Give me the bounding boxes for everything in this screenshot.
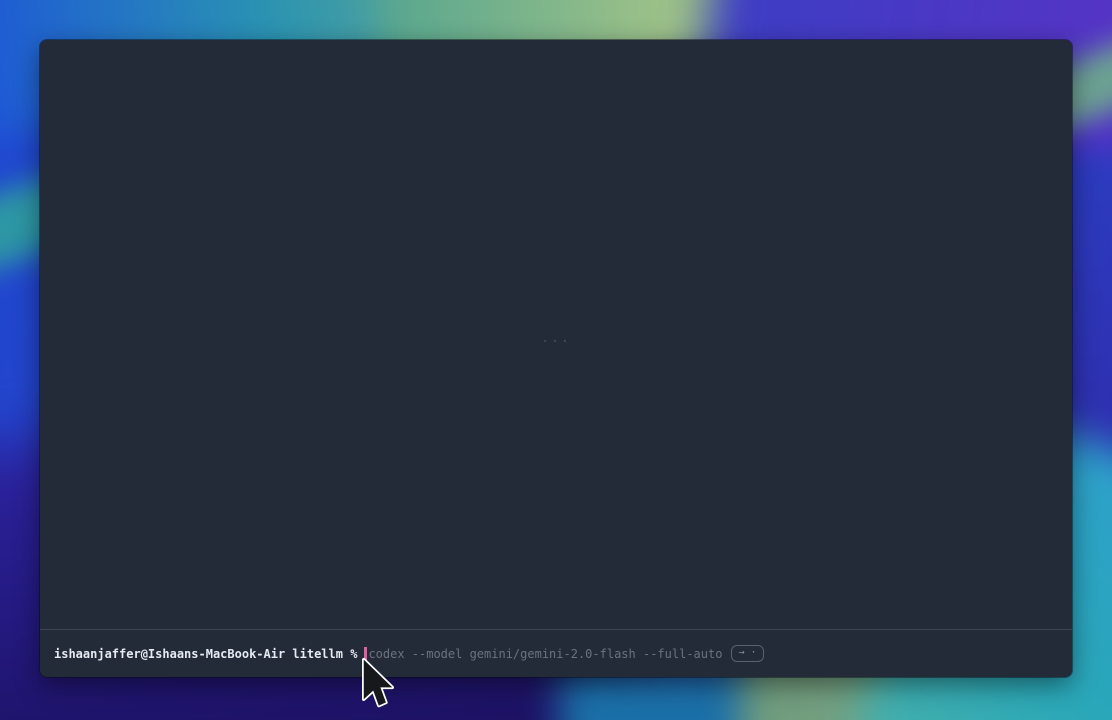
screen: ... ishaanjaffer@Ishaans-MacBook-Air lit… (0, 0, 1112, 720)
terminal-body[interactable]: ... (40, 40, 1072, 630)
command-suggestion: codex --model gemini/gemini-2.0-flash --… (368, 647, 722, 661)
shell-prompt: ishaanjaffer@Ishaans-MacBook-Air litellm… (54, 647, 357, 661)
terminal-window[interactable]: ... ishaanjaffer@Ishaans-MacBook-Air lit… (40, 40, 1072, 677)
loading-ellipsis: ... (541, 331, 570, 346)
text-cursor (364, 647, 367, 661)
tab-accept-hint: → · (731, 645, 763, 662)
command-input-line[interactable]: ishaanjaffer@Ishaans-MacBook-Air litellm… (40, 630, 1072, 677)
